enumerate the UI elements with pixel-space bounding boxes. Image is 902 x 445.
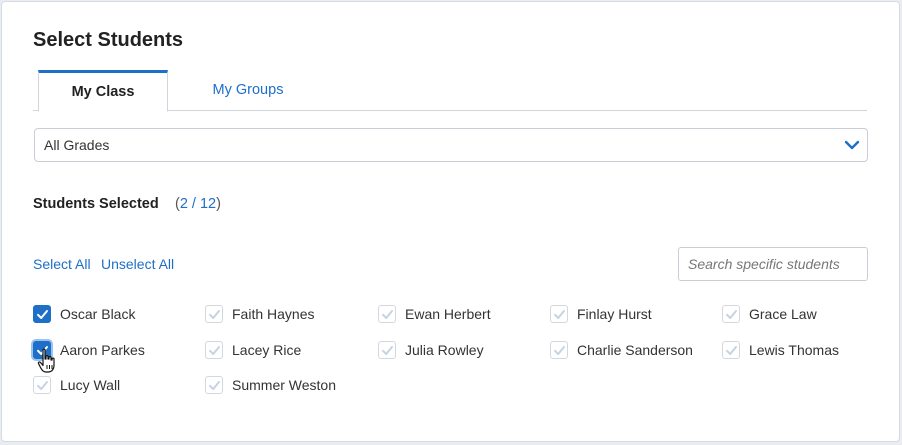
student-checkbox[interactable] [33,341,51,359]
student-checkbox[interactable] [722,305,740,323]
student-item[interactable]: Summer Weston [205,376,370,396]
student-name: Faith Haynes [232,306,315,322]
student-checkbox[interactable] [378,305,396,323]
student-item[interactable]: Lacey Rice [205,341,370,361]
student-item[interactable]: Lewis Thomas [722,341,887,361]
student-item[interactable]: Finlay Hurst [550,305,715,325]
tab-my-groups[interactable]: My Groups [193,70,303,111]
student-search-input[interactable] [678,247,868,281]
student-checkbox[interactable] [378,341,396,359]
student-item[interactable]: Julia Rowley [378,341,543,361]
select-all-link[interactable]: Select All [33,256,91,272]
checkmark-icon [554,346,565,355]
student-name: Charlie Sanderson [577,342,693,358]
student-checkbox[interactable] [722,341,740,359]
student-item[interactable]: Aaron Parkes [33,341,198,361]
student-item[interactable]: Faith Haynes [205,305,370,325]
student-checkbox[interactable] [205,376,223,394]
tab-bar: My Class My Groups [33,70,867,112]
student-name: Lacey Rice [232,342,302,358]
selected-count-value: 2 / 12 [179,196,217,212]
checkmark-icon [209,310,220,319]
student-name: Lewis Thomas [749,342,840,358]
student-checkbox[interactable] [205,305,223,323]
checkmark-icon [37,381,48,390]
student-name: Grace Law [749,306,817,322]
student-item[interactable]: Oscar Black [33,305,198,325]
checkmark-icon [209,381,220,390]
student-name: Oscar Black [60,306,136,322]
student-checkbox[interactable] [205,341,223,359]
checkmark-icon [382,310,393,319]
chevron-down-icon [844,140,860,150]
student-name: Aaron Parkes [60,342,145,358]
grade-select-value: All Grades [44,137,110,153]
student-name: Finlay Hurst [577,306,652,322]
student-item[interactable]: Lucy Wall [33,376,198,396]
checkmark-icon [37,346,48,355]
student-checkbox[interactable] [550,341,568,359]
student-item[interactable]: Charlie Sanderson [550,341,715,361]
tab-my-class[interactable]: My Class [38,70,168,112]
student-name: Ewan Herbert [405,306,491,322]
grade-select[interactable]: All Grades [34,128,868,162]
checkmark-icon [382,346,393,355]
checkmark-icon [37,310,48,319]
student-checkbox[interactable] [33,305,51,323]
student-checkbox[interactable] [33,376,51,394]
students-selected-count: (2 / 12) [175,196,221,212]
panel-title: Select Students [33,29,184,51]
student-name: Lucy Wall [60,377,121,393]
unselect-all-link[interactable]: Unselect All [101,256,174,272]
checkmark-icon [726,310,737,319]
student-checkbox[interactable] [550,305,568,323]
student-item[interactable]: Grace Law [722,305,887,325]
students-selected-label: Students Selected [33,196,159,212]
student-name: Julia Rowley [405,342,484,358]
checkmark-icon [726,346,737,355]
checkmark-icon [554,310,565,319]
checkmark-icon [209,346,220,355]
student-item[interactable]: Ewan Herbert [378,305,543,325]
student-name: Summer Weston [232,377,336,393]
